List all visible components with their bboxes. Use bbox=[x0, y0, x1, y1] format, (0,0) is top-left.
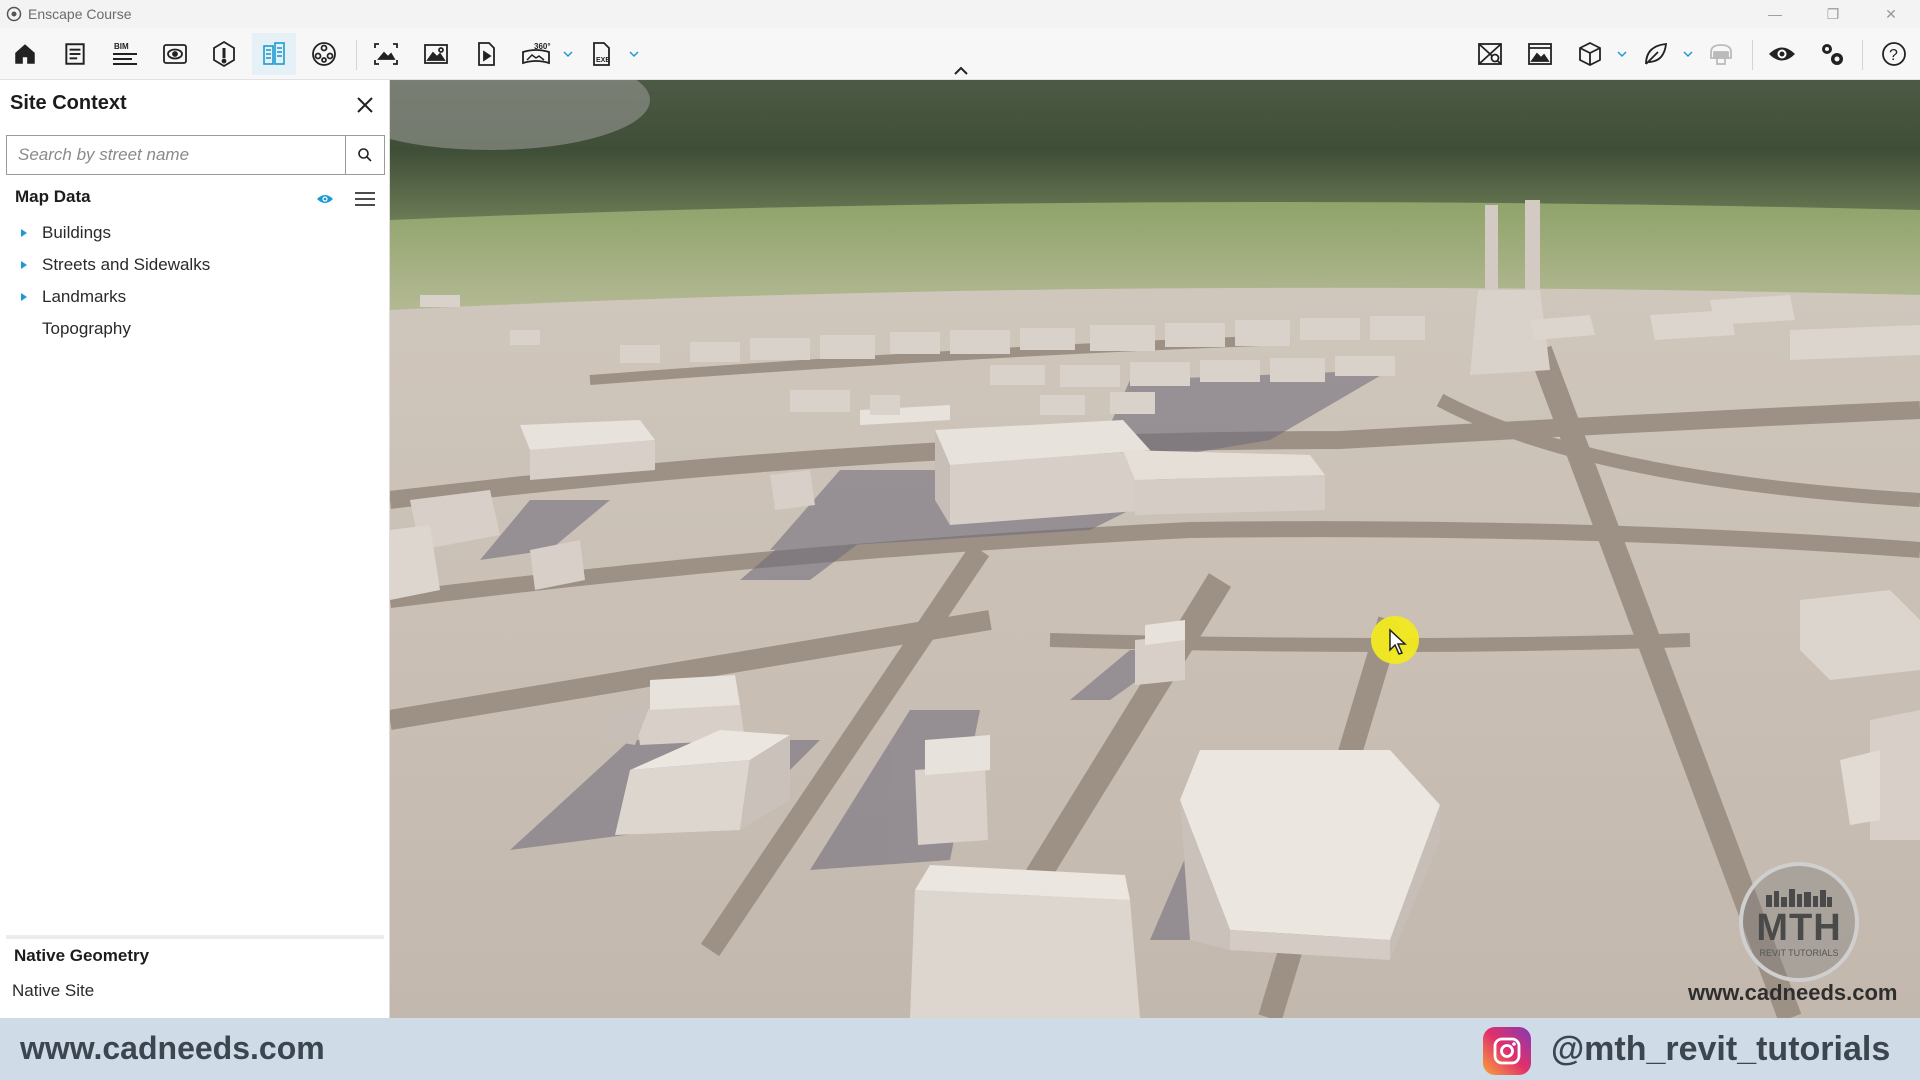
close-panel-button[interactable] bbox=[350, 90, 380, 120]
toolbar-separator bbox=[1752, 40, 1753, 70]
bim-icon[interactable]: BIM bbox=[103, 33, 147, 75]
enscape-window: Enscape Course — ❐ ✕ BIM 360° EXE ? Site… bbox=[0, 0, 1920, 1080]
enscape-logo-icon bbox=[4, 4, 24, 24]
eye-icon bbox=[317, 195, 333, 203]
watermark-url: www.cadneeds.com bbox=[1688, 980, 1898, 1005]
screenshot-icon[interactable] bbox=[364, 33, 408, 75]
tree-item-label: Streets and Sidewalks bbox=[42, 255, 211, 274]
expand-arrow-icon[interactable] bbox=[18, 259, 30, 271]
svg-text:BIM: BIM bbox=[114, 42, 129, 51]
title-bar: Enscape Course — ❐ ✕ bbox=[0, 0, 1920, 28]
svg-text:EXE: EXE bbox=[596, 57, 610, 64]
native-geometry-title: Native Geometry bbox=[14, 946, 150, 965]
mouse-pointer-icon bbox=[1389, 628, 1407, 655]
tree-item-buildings[interactable]: Buildings bbox=[18, 219, 111, 247]
street-search-input[interactable] bbox=[7, 136, 345, 174]
window-controls: — ❐ ✕ bbox=[1746, 0, 1920, 28]
map-data-menu-button[interactable] bbox=[351, 185, 379, 213]
leaf-icon[interactable] bbox=[1634, 33, 1678, 75]
site-3d-scene bbox=[390, 80, 1920, 1018]
expand-arrow-icon[interactable] bbox=[18, 291, 30, 303]
properties-icon[interactable] bbox=[53, 33, 97, 75]
tree-item-landmarks[interactable]: Landmarks bbox=[18, 283, 126, 311]
chevron-down-icon[interactable] bbox=[1682, 48, 1694, 60]
search-icon bbox=[358, 148, 372, 162]
instagram-icon bbox=[1483, 1027, 1531, 1075]
window-title: Enscape Course bbox=[28, 6, 132, 22]
view-management-icon[interactable] bbox=[153, 33, 197, 75]
search-box bbox=[6, 135, 346, 175]
tree-item-topography[interactable]: Topography bbox=[18, 315, 131, 343]
materials-icon[interactable] bbox=[202, 33, 246, 75]
cube-icon[interactable] bbox=[1568, 33, 1612, 75]
help-icon[interactable]: ? bbox=[1872, 33, 1916, 75]
image-icon[interactable] bbox=[1518, 33, 1562, 75]
instagram-handle: @mth_revit_tutorials bbox=[1551, 1030, 1891, 1068]
vr-headset-icon[interactable] bbox=[1699, 33, 1743, 75]
minimize-button[interactable]: — bbox=[1746, 0, 1804, 28]
video-icon[interactable] bbox=[464, 33, 508, 75]
tree-item-label: Landmarks bbox=[42, 287, 127, 306]
restore-button[interactable]: ❐ bbox=[1804, 0, 1862, 28]
toolbar-separator bbox=[1862, 40, 1863, 70]
panorama-360-icon[interactable]: 360° bbox=[514, 33, 558, 75]
site-context-icon[interactable] bbox=[252, 33, 296, 75]
panel-title: Site Context bbox=[10, 92, 127, 114]
chevron-down-icon[interactable] bbox=[628, 48, 640, 60]
map-icon[interactable] bbox=[1468, 33, 1512, 75]
tree-item-streets-and-sidewalks[interactable]: Streets and Sidewalks bbox=[18, 251, 210, 279]
chevron-down-icon[interactable] bbox=[562, 48, 574, 60]
logo-text: MTH bbox=[1756, 906, 1842, 949]
tree-item-label: Topography bbox=[42, 319, 131, 338]
render-viewport[interactable] bbox=[390, 80, 1920, 1018]
close-icon bbox=[357, 97, 373, 113]
hamburger-menu-icon bbox=[355, 192, 375, 206]
footer-banner: www.cadneeds.com @mth_revit_tutorials bbox=[0, 1018, 1920, 1080]
asset-library-icon[interactable] bbox=[302, 33, 346, 75]
close-window-button[interactable]: ✕ bbox=[1862, 0, 1920, 28]
chevron-down-icon[interactable] bbox=[1616, 48, 1628, 60]
footer-url: www.cadneeds.com bbox=[20, 1030, 325, 1066]
eye-icon[interactable] bbox=[1760, 33, 1804, 75]
batch-render-icon[interactable] bbox=[414, 33, 458, 75]
search-button[interactable] bbox=[345, 135, 385, 175]
toolbar-separator bbox=[356, 40, 357, 70]
home-icon[interactable] bbox=[3, 33, 47, 75]
svg-text:?: ? bbox=[1889, 47, 1898, 64]
map-data-visibility-toggle[interactable] bbox=[313, 187, 337, 211]
city-skyline-icon bbox=[1766, 888, 1832, 907]
native-site-item[interactable]: Native Site bbox=[12, 981, 94, 1001]
map-data-title: Map Data bbox=[15, 187, 91, 206]
logo-subtext: REVIT TUTORIALS bbox=[1759, 947, 1839, 958]
mth-watermark-logo: MTH REVIT TUTORIALS bbox=[1739, 862, 1859, 982]
expand-arrow-icon[interactable] bbox=[18, 227, 30, 239]
collapse-toolbar-chevron-icon[interactable] bbox=[951, 64, 971, 78]
export-exe-icon[interactable]: EXE bbox=[580, 33, 624, 75]
panel-divider[interactable] bbox=[6, 935, 384, 939]
tree-item-label: Buildings bbox=[42, 223, 111, 242]
settings-icon[interactable] bbox=[1810, 33, 1854, 75]
site-context-panel: Site Context Map Data Buildings Streets … bbox=[0, 80, 390, 1018]
